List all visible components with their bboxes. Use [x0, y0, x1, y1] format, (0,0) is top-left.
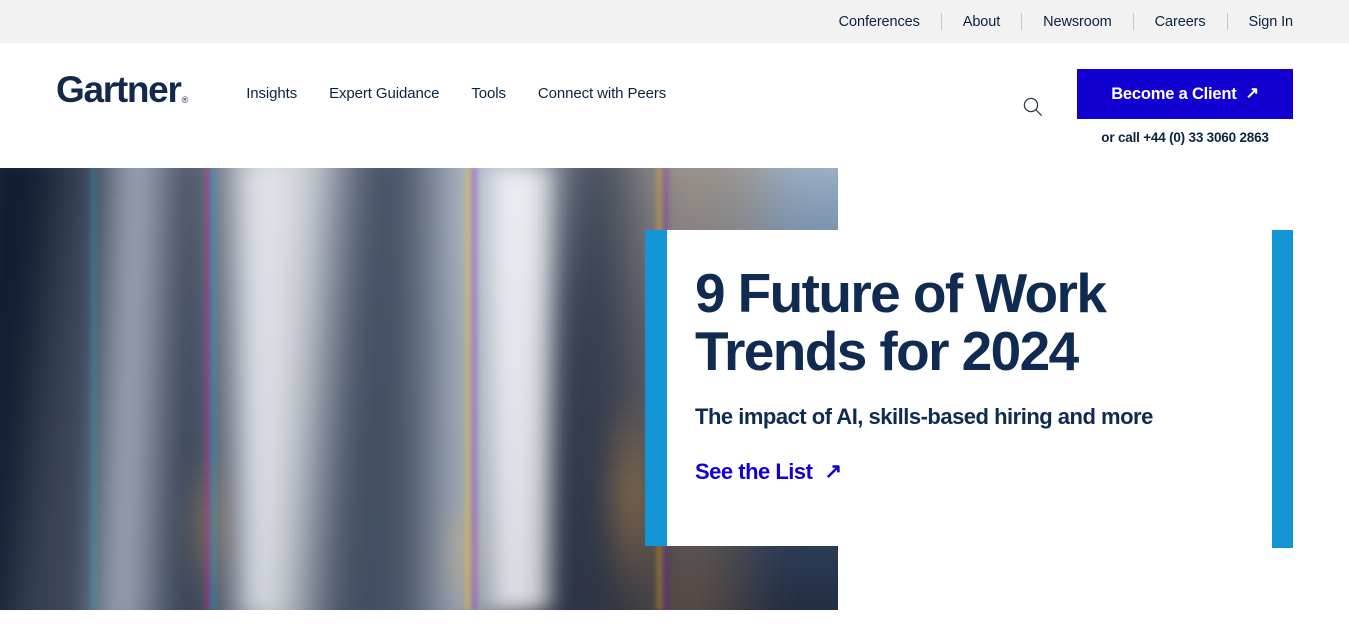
utility-bar: Conferences About Newsroom Careers Sign … — [0, 0, 1349, 43]
arrow-up-right-icon: ↗ — [824, 460, 842, 484]
gartner-logo[interactable]: Gartner ® — [56, 71, 188, 108]
nav-item-expert-guidance[interactable]: Expert Guidance — [313, 79, 455, 108]
utility-item-careers[interactable]: Careers — [1134, 14, 1227, 30]
hero-accent-bar-right — [1272, 230, 1293, 548]
see-the-list-label: See the List — [695, 458, 813, 484]
search-button[interactable] — [1015, 89, 1049, 123]
utility-item-sign-in[interactable]: Sign In — [1228, 14, 1294, 30]
see-the-list-link[interactable]: See the List ↗ — [695, 459, 842, 485]
arrow-up-right-icon: ↗ — [1245, 85, 1259, 102]
hero-title: 9 Future of Work Trends for 2024 — [695, 262, 1107, 383]
utility-item-about[interactable]: About — [942, 14, 1021, 30]
header-actions: Become a Client ↗ or call +44 (0) 33 306… — [1015, 69, 1293, 145]
utility-nav-list: Conferences About Newsroom Careers Sign … — [818, 13, 1293, 30]
search-icon — [1023, 97, 1042, 116]
utility-item-newsroom[interactable]: Newsroom — [1022, 14, 1133, 30]
hero-subtitle: The impact of AI, skills-based hiring an… — [695, 403, 1153, 429]
cta-group: Become a Client ↗ or call +44 (0) 33 306… — [1077, 69, 1293, 145]
become-a-client-button[interactable]: Become a Client ↗ — [1077, 69, 1293, 119]
logo-wordmark: Gartner — [56, 69, 182, 110]
hero-section: 9 Future of Work Trends for 2024 The imp… — [0, 168, 1349, 642]
contact-phone-text: or call +44 (0) 33 3060 2863 — [1101, 130, 1269, 145]
registered-trademark-icon: ® — [181, 95, 189, 105]
hero-accent-bar-left — [645, 230, 667, 546]
utility-item-conferences[interactable]: Conferences — [818, 14, 941, 30]
nav-item-tools[interactable]: Tools — [455, 79, 522, 108]
hero-content-card: 9 Future of Work Trends for 2024 The imp… — [667, 230, 1252, 546]
main-navigation: Insights Expert Guidance Tools Connect w… — [230, 79, 682, 108]
nav-item-connect-with-peers[interactable]: Connect with Peers — [522, 79, 682, 108]
nav-item-insights[interactable]: Insights — [230, 79, 313, 108]
cta-label: Become a Client — [1111, 84, 1237, 103]
main-header: Gartner ® Insights Expert Guidance Tools… — [0, 43, 1349, 168]
